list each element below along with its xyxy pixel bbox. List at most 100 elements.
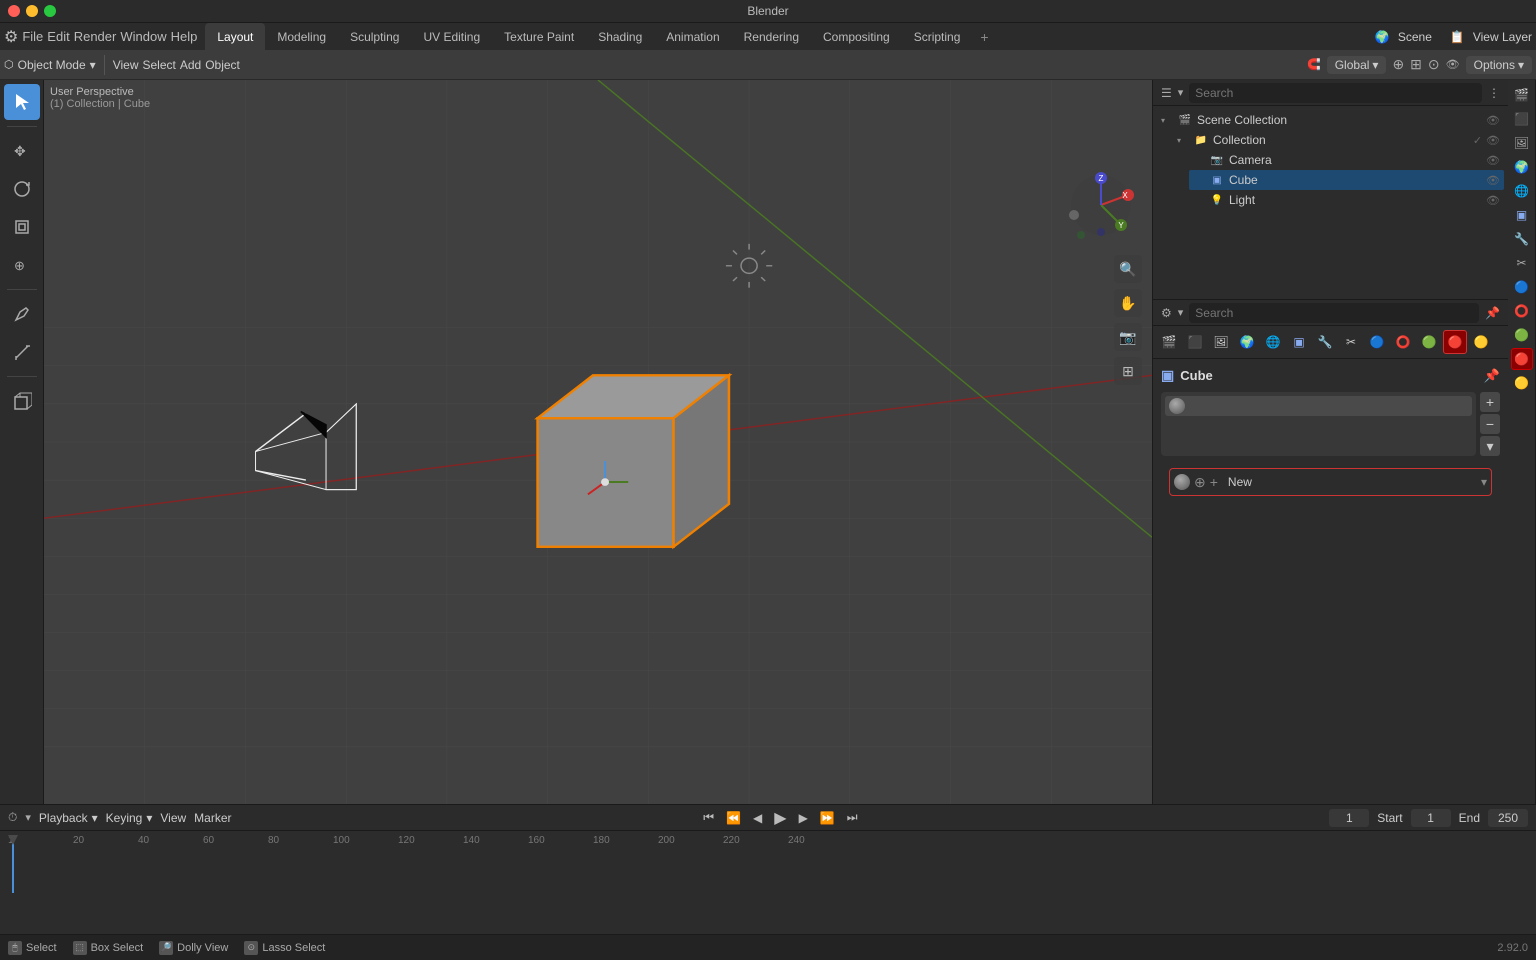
remove-slot-button[interactable]: − [1480, 414, 1500, 434]
close-button[interactable] [8, 5, 20, 17]
snap-toggle[interactable]: ⊞ [1410, 56, 1422, 73]
select-tool[interactable] [4, 84, 40, 120]
collection-visible-icon[interactable]: ✓ [1473, 134, 1482, 147]
output-tab-icon[interactable]: ⬛ [1511, 108, 1533, 130]
add-slot-button[interactable]: + [1480, 392, 1500, 412]
object-tab-icon[interactable]: ▣ [1511, 204, 1533, 226]
material-filter-icon[interactable]: ▾ [1481, 475, 1487, 489]
view-menu[interactable]: View [113, 58, 139, 72]
particles-tab-icon[interactable]: ✂ [1511, 252, 1533, 274]
view-layer-props-tab[interactable]: 🖼 [1209, 330, 1233, 354]
cube-visible-icon[interactable]: 👁 [1486, 174, 1500, 187]
scene-visible-icon[interactable]: 👁 [1486, 114, 1500, 127]
constraints-props-tab[interactable]: ⭕ [1391, 330, 1415, 354]
show-hide-toggle[interactable]: 👁 [1446, 58, 1460, 71]
pan-icon[interactable]: ✋ [1114, 289, 1142, 317]
particles-props-tab[interactable]: ✂ [1339, 330, 1363, 354]
add-workspace-button[interactable]: + [972, 26, 996, 48]
file-menu[interactable]: File [22, 29, 43, 44]
move-tool[interactable]: ✥ [4, 133, 40, 169]
minimize-button[interactable] [26, 5, 38, 17]
render-tab-icon[interactable]: 🎬 [1511, 84, 1533, 106]
more-slot-options[interactable]: ▾ [1480, 436, 1500, 456]
help-menu[interactable]: Help [171, 29, 198, 44]
tab-compositing[interactable]: Compositing [811, 23, 902, 50]
light-item[interactable]: 💡 Light 👁 [1189, 190, 1504, 210]
world-tab-icon[interactable]: 🌐 [1511, 180, 1533, 202]
tab-sculpting[interactable]: Sculpting [338, 23, 411, 50]
scale-tool[interactable] [4, 209, 40, 245]
view-menu[interactable]: View [160, 811, 186, 825]
play-button[interactable]: ▶ [770, 808, 790, 828]
transform-tool[interactable]: ⊕ [4, 247, 40, 283]
render-menu[interactable]: Render [74, 29, 117, 44]
constraints-tab-icon[interactable]: ⭕ [1511, 300, 1533, 322]
modifier-props-tab[interactable]: 🔧 [1313, 330, 1337, 354]
tab-uv-editing[interactable]: UV Editing [411, 23, 492, 50]
next-keyframe-button[interactable]: ⏩ [816, 811, 839, 825]
physics-props-tab[interactable]: 🔵 [1365, 330, 1389, 354]
shader-props-tab[interactable]: 🟡 [1469, 330, 1493, 354]
object-props-tab[interactable]: ▣ [1287, 330, 1311, 354]
marker-menu[interactable]: Marker [194, 811, 231, 825]
new-material-button[interactable]: New [1222, 475, 1258, 489]
keying-menu[interactable]: Keying ▾ [106, 811, 153, 825]
grid-view-icon[interactable]: ⊞ [1114, 357, 1142, 385]
tab-scripting[interactable]: Scripting [902, 23, 973, 50]
material-tab-icon[interactable]: 🔴 [1511, 348, 1533, 370]
object-menu[interactable]: Object [205, 58, 240, 72]
add-menu[interactable]: Add [180, 58, 201, 72]
material-browse-icon[interactable]: ⊕ [1194, 474, 1206, 491]
transform-orientation[interactable]: Global ▾ [1327, 56, 1387, 74]
render-props-tab[interactable]: 🎬 [1157, 330, 1181, 354]
light-visible-icon[interactable]: 👁 [1486, 194, 1500, 207]
pin-button[interactable]: 📌 [1484, 368, 1500, 384]
shader-tab-icon[interactable]: 🟡 [1511, 372, 1533, 394]
tab-layout[interactable]: Layout [205, 23, 265, 50]
props-search[interactable] [1189, 303, 1479, 323]
end-frame-display[interactable]: 250 [1488, 809, 1528, 827]
annotate-tool[interactable] [4, 296, 40, 332]
playback-menu[interactable]: Playback ▾ [39, 811, 98, 825]
mode-selector[interactable]: ⬡ Object Mode ▾ [4, 58, 96, 72]
output-props-tab[interactable]: ⬛ [1183, 330, 1207, 354]
view-layer-name[interactable]: View Layer [1473, 30, 1532, 44]
tab-animation[interactable]: Animation [654, 23, 731, 50]
scene-props-tab[interactable]: 🌍 [1235, 330, 1259, 354]
add-cube-tool[interactable] [4, 383, 40, 419]
options-button[interactable]: Options ▾ [1466, 56, 1532, 74]
start-frame-display[interactable]: 1 [1411, 809, 1451, 827]
scene-collection-item[interactable]: ▾ 🎬 Scene Collection 👁 [1157, 110, 1504, 130]
camera-visible-icon[interactable]: 👁 [1486, 154, 1500, 167]
modifier-tab-icon[interactable]: 🔧 [1511, 228, 1533, 250]
edit-menu[interactable]: Edit [47, 29, 69, 44]
material-slot-item[interactable] [1165, 396, 1472, 416]
collection-render-icon[interactable]: 👁 [1486, 134, 1500, 147]
camera-view-icon[interactable]: 📷 [1114, 323, 1142, 351]
maximize-button[interactable] [44, 5, 56, 17]
world-props-tab[interactable]: 🌐 [1261, 330, 1285, 354]
scene-tab-icon[interactable]: 🌍 [1511, 156, 1533, 178]
prev-frame-button[interactable]: ◀ [749, 811, 766, 825]
tab-shading[interactable]: Shading [586, 23, 654, 50]
window-menu[interactable]: Window [120, 29, 166, 44]
axis-gizmo[interactable]: X Y Z [1066, 170, 1136, 240]
view-layer-tab-icon[interactable]: 🖼 [1511, 132, 1533, 154]
scene-name[interactable]: Scene [1398, 30, 1432, 44]
next-frame-button[interactable]: ▶ [795, 811, 812, 825]
first-frame-button[interactable]: ⏮ [699, 810, 718, 825]
timeline-track[interactable]: 1 20 40 60 80 100 120 140 160 180 200 22… [0, 831, 1536, 934]
data-props-tab[interactable]: 🟢 [1417, 330, 1441, 354]
measure-tool[interactable] [4, 334, 40, 370]
tab-texture-paint[interactable]: Texture Paint [492, 23, 586, 50]
material-add-new-icon[interactable]: + [1210, 474, 1218, 490]
props-pin-icon[interactable]: 📌 [1485, 306, 1500, 320]
proportional-edit[interactable]: ⊙ [1428, 56, 1440, 73]
data-tab-icon[interactable]: 🟢 [1511, 324, 1533, 346]
camera-item[interactable]: 📷 Camera 👁 [1189, 150, 1504, 170]
select-menu[interactable]: Select [142, 58, 175, 72]
prev-keyframe-button[interactable]: ⏪ [722, 811, 745, 825]
current-frame-display[interactable]: 1 [1329, 809, 1369, 827]
3d-viewport[interactable]: User Perspective (1) Collection | Cube X… [44, 80, 1152, 804]
outliner-search[interactable] [1189, 83, 1482, 103]
